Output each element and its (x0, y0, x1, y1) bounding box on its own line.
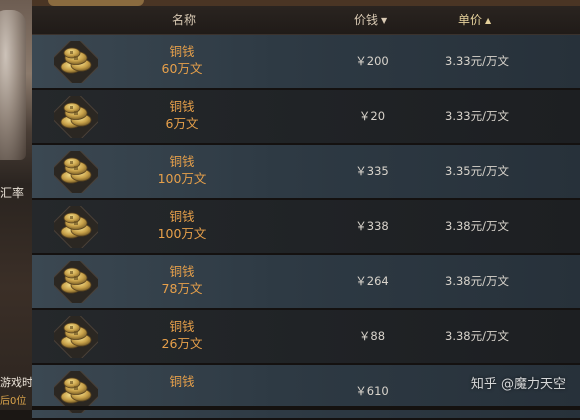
item-unit-price: 3.38元/万文 (445, 274, 509, 288)
bottom-edge (32, 406, 580, 410)
item-name: 铜钱 100万文 (142, 153, 222, 187)
copper-coins-icon (54, 261, 98, 303)
copper-coins-icon (54, 41, 98, 83)
item-name: 铜钱 60万文 (142, 43, 222, 77)
background-game-text: 游戏时 (0, 376, 32, 389)
item-name: 铜钱 (142, 373, 222, 390)
item-name: 铜钱 100万文 (142, 208, 222, 242)
copper-coins-icon (54, 206, 98, 248)
column-header-name: 名称 (172, 13, 197, 27)
table-header: 名称 价钱 ▼ 单价 ▲ (32, 6, 580, 35)
item-price: ￥335 (355, 164, 389, 178)
table-row[interactable]: 铜钱 6万文 ￥20 3.33元/万文 (32, 90, 580, 145)
item-quantity: 6万文 (165, 116, 199, 131)
item-name-label: 铜钱 (169, 44, 195, 59)
item-name: 铜钱 78万文 (142, 263, 222, 297)
column-header-price[interactable]: 价钱 ▼ (354, 6, 387, 34)
table-row[interactable]: 铜钱 100万文 ￥338 3.38元/万文 (32, 200, 580, 255)
caret-up-icon: ▲ (485, 16, 492, 25)
table-row[interactable]: 铜钱 26万文 ￥88 3.38元/万文 (32, 310, 580, 365)
item-price: ￥338 (355, 219, 389, 233)
background-rate-text: 汇率 (0, 186, 25, 200)
item-name-label: 铜钱 (169, 99, 195, 114)
background-sub-text: 后0位 (0, 396, 27, 407)
item-quantity: 78万文 (161, 281, 203, 296)
item-quantity: 60万文 (161, 61, 203, 76)
item-unit-price: 3.38元/万文 (445, 329, 509, 343)
column-header-unit-price[interactable]: 单价 ▲ (458, 6, 491, 34)
item-quantity: 26万文 (161, 336, 203, 351)
unit-price-header-label: 单价 (458, 13, 483, 27)
item-unit-price: 3.33元/万文 (445, 54, 509, 68)
item-name: 铜钱 6万文 (142, 98, 222, 132)
item-unit-price: 3.38元/万文 (445, 219, 509, 233)
item-unit-price: 3.33元/万文 (445, 109, 509, 123)
item-name-label: 铜钱 (169, 374, 195, 389)
item-price: ￥200 (355, 54, 389, 68)
background-artwork: 汇率 游戏时 后0位 (0, 0, 32, 410)
item-name-label: 铜钱 (169, 209, 195, 224)
item-name: 铜钱 26万文 (142, 318, 222, 352)
item-name-label: 铜钱 (169, 154, 195, 169)
copper-coins-icon (54, 316, 98, 358)
item-price: ￥610 (355, 384, 389, 398)
item-quantity: 100万文 (157, 226, 207, 241)
item-quantity: 100万文 (157, 171, 207, 186)
copper-coins-icon (54, 151, 98, 193)
item-price: ￥264 (355, 274, 389, 288)
price-header-label: 价钱 (354, 13, 379, 27)
item-name-label: 铜钱 (169, 319, 195, 334)
caret-down-icon: ▼ (381, 16, 388, 25)
listing-table: 铜钱 60万文 ￥200 3.33元/万文 铜钱 6万文 ￥20 3.33元/万… (32, 35, 580, 420)
item-price: ￥20 (358, 109, 386, 123)
character-artwork (0, 10, 26, 160)
item-price: ￥88 (358, 329, 386, 343)
table-row[interactable]: 铜钱 78万文 ￥264 3.38元/万文 (32, 255, 580, 310)
table-row[interactable]: 铜钱 60万文 ￥200 3.33元/万文 (32, 35, 580, 90)
copper-coins-icon (54, 96, 98, 138)
watermark: 知乎 @魔力天空 (470, 377, 566, 392)
item-unit-price: 3.35元/万文 (445, 164, 509, 178)
table-row[interactable]: 铜钱 100万文 ￥335 3.35元/万文 (32, 145, 580, 200)
item-name-label: 铜钱 (169, 264, 195, 279)
